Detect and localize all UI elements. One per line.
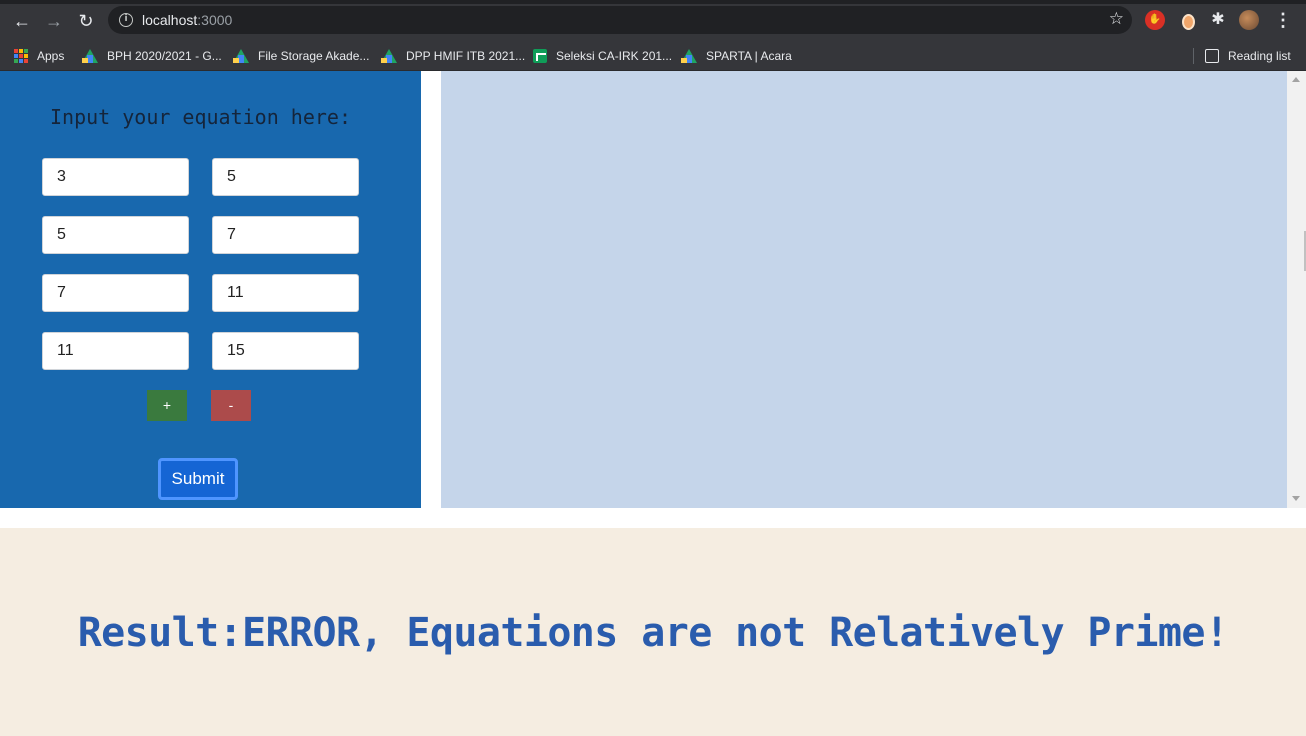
- bookmark-label: Seleksi CA-IRK 201...: [556, 49, 673, 63]
- bookmark-star-icon[interactable]: ☆: [1109, 9, 1124, 29]
- reading-list-icon: [1205, 49, 1219, 63]
- url-host: localhost: [142, 12, 198, 28]
- url-port: :3000: [197, 12, 233, 28]
- bookmark-sparta[interactable]: SPARTA | Acara: [681, 45, 792, 67]
- google-drive-icon: [233, 49, 249, 63]
- result-section: Result:ERROR, Equations are not Relative…: [0, 528, 1306, 736]
- bookmark-label: SPARTA | Acara: [706, 49, 792, 63]
- scrollbar[interactable]: [1287, 71, 1306, 508]
- scroll-up-icon[interactable]: [1292, 77, 1300, 82]
- bookmarks-divider: [1193, 48, 1194, 64]
- back-arrow-icon[interactable]: ←: [10, 9, 34, 33]
- output-panel: [441, 71, 1287, 508]
- browser-toolbar: ← → ↻ i localhost:3000 ☆ ✋ ✱ ⋮: [0, 0, 1306, 40]
- equation-title: Input your equation here:: [49, 105, 352, 129]
- extensions-puzzle-icon[interactable]: ✱: [1208, 10, 1228, 30]
- modulus-input-4[interactable]: 15: [212, 332, 359, 370]
- google-drive-icon: [381, 49, 397, 63]
- profile-avatar[interactable]: [1239, 10, 1259, 30]
- google-sheets-icon: [533, 49, 547, 63]
- address-url[interactable]: localhost:3000: [142, 12, 232, 28]
- bookmark-label: Apps: [37, 49, 65, 63]
- bookmark-label: DPP HMIF ITB 2021...: [406, 49, 526, 63]
- reading-list-button[interactable]: Reading list: [1205, 45, 1291, 67]
- bookmark-label: BPH 2020/2021 - G...: [107, 49, 222, 63]
- bookmark-apps[interactable]: Apps: [14, 45, 64, 67]
- bookmark-label: File Storage Akade...: [258, 49, 370, 63]
- scroll-down-icon[interactable]: [1292, 496, 1300, 501]
- remainder-input-1[interactable]: 3: [42, 158, 189, 196]
- bookmark-seleksi[interactable]: Seleksi CA-IRK 201...: [533, 45, 672, 67]
- google-drive-icon: [681, 49, 697, 63]
- reading-list-label: Reading list: [1228, 49, 1291, 63]
- bookmark-file-storage[interactable]: File Storage Akade...: [233, 45, 369, 67]
- tab-strip: [0, 0, 1306, 4]
- bookmarks-bar: Apps BPH 2020/2021 - G... File Storage A…: [0, 40, 1306, 71]
- result-text: Result:ERROR, Equations are not Relative…: [77, 610, 1229, 656]
- remainder-input-3[interactable]: 7: [42, 274, 189, 312]
- bookmark-dpp-hmif[interactable]: DPP HMIF ITB 2021...: [381, 45, 525, 67]
- reload-icon[interactable]: ↻: [74, 9, 98, 33]
- address-bar[interactable]: i localhost:3000 ☆: [108, 6, 1132, 34]
- kebab-menu-icon[interactable]: ⋮: [1273, 10, 1293, 30]
- remove-equation-button[interactable]: -: [211, 390, 251, 421]
- site-info-icon[interactable]: i: [119, 13, 133, 27]
- apps-grid-icon: [14, 49, 28, 63]
- adblock-extension-icon[interactable]: ✋: [1145, 10, 1165, 30]
- page-viewport: Input your equation here: 3 5 5 7 7 11 1…: [0, 71, 1306, 736]
- extension-icon[interactable]: [1177, 10, 1197, 30]
- add-equation-button[interactable]: +: [147, 390, 187, 421]
- equation-input-panel: Input your equation here: 3 5 5 7 7 11 1…: [0, 71, 421, 508]
- bookmark-bph[interactable]: BPH 2020/2021 - G...: [82, 45, 222, 67]
- remainder-input-4[interactable]: 11: [42, 332, 189, 370]
- forward-arrow-icon[interactable]: →: [42, 9, 66, 33]
- modulus-input-3[interactable]: 11: [212, 274, 359, 312]
- google-drive-icon: [82, 49, 98, 63]
- modulus-input-1[interactable]: 5: [212, 158, 359, 196]
- submit-button[interactable]: Submit: [158, 458, 238, 500]
- remainder-input-2[interactable]: 5: [42, 216, 189, 254]
- modulus-input-2[interactable]: 7: [212, 216, 359, 254]
